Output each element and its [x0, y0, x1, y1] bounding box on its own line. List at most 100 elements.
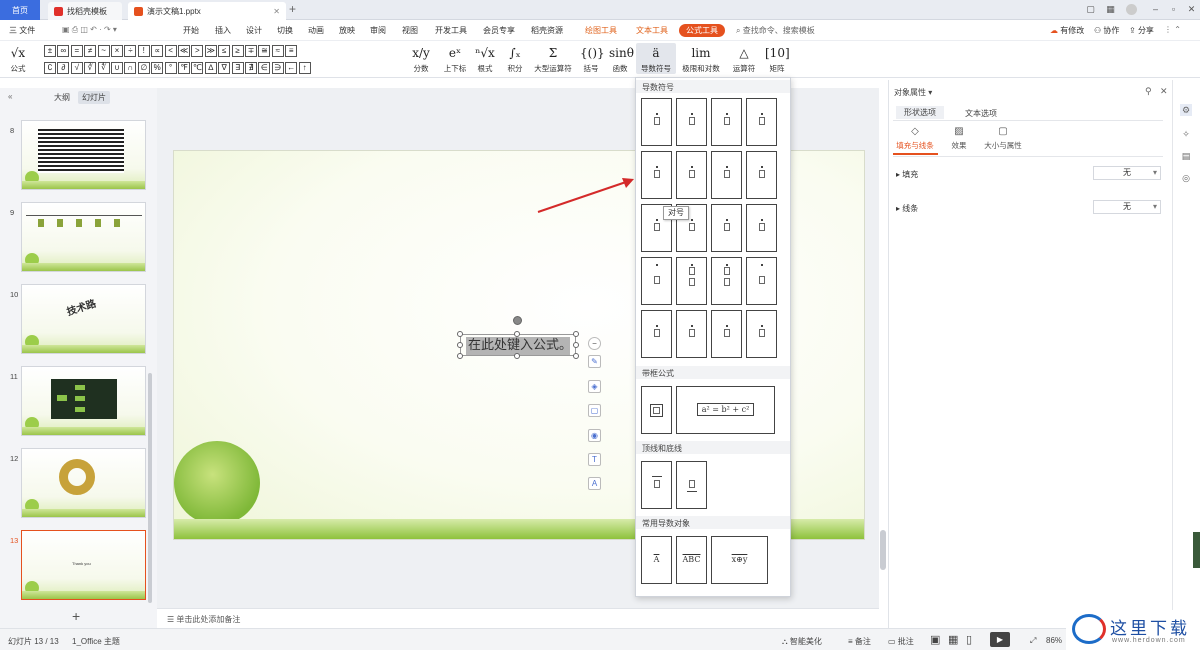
symbol-button[interactable]: ℉ [178, 62, 190, 74]
accent-template[interactable] [711, 310, 742, 358]
tab-shape-options[interactable]: 形状选项 [896, 106, 944, 119]
fill-section-toggle[interactable]: ▸ 填充 [896, 169, 918, 180]
menu-file[interactable]: 三 文件 [9, 25, 35, 36]
ribbon-group-10[interactable]: [10] 矩阵 [765, 43, 790, 74]
symbol-button[interactable]: ← [285, 62, 298, 74]
properties-icon[interactable]: ⚙ [1180, 104, 1192, 116]
slide-thumbnail-13[interactable]: Thank you [21, 530, 146, 600]
canvas-scrollbar[interactable] [880, 530, 886, 570]
layout-icon[interactable]: ▢ [1085, 4, 1096, 15]
tab-template[interactable]: 找稻壳模板 [48, 2, 122, 20]
side-widget[interactable] [1193, 532, 1200, 568]
lightbulb-icon[interactable]: ◉ [588, 429, 601, 442]
symbol-button[interactable]: ≠ [84, 45, 97, 57]
ribbon-group-0[interactable]: x/y 分数 [409, 43, 433, 74]
accent-template[interactable] [676, 151, 707, 199]
accent-template[interactable] [641, 310, 672, 358]
subtab-size[interactable]: ▢ 大小与属性 [981, 126, 1025, 151]
symbol-button[interactable]: ± [44, 45, 56, 57]
symbol-button[interactable]: ≈ [271, 45, 284, 57]
symbol-button[interactable]: ∇ [218, 62, 231, 74]
property-pane-title[interactable]: 对象属性 ▾ [894, 87, 932, 98]
quick-access-toolbar[interactable]: ▣ ⎙ ◫ ↶ · ↷ ▾ [62, 25, 117, 35]
menu-text-tools[interactable]: 文本工具 [636, 25, 668, 36]
symbol-button[interactable]: % [151, 62, 164, 74]
symbol-button[interactable]: < [164, 45, 177, 57]
accent-template[interactable] [711, 257, 742, 305]
symbol-button[interactable]: ≫ [204, 45, 217, 57]
symbol-button[interactable]: ≥ [231, 45, 244, 57]
symbol-button[interactable]: ∅ [137, 62, 150, 74]
accent-template[interactable] [746, 257, 777, 305]
beautify-button[interactable]: ⛬ 智能美化 [782, 636, 822, 647]
accent-template[interactable] [641, 257, 672, 305]
menu-view[interactable]: 视图 [402, 25, 418, 36]
collaborate-button[interactable]: ⚇ 协作 [1094, 25, 1119, 36]
symbol-button[interactable]: ∓ [245, 45, 257, 57]
overbar-a-template[interactable]: A [641, 536, 672, 584]
outline-tab[interactable]: 大纲 [50, 91, 74, 104]
play-icon[interactable]: ▶ [990, 632, 1010, 647]
command-search[interactable]: ⌕ 查找命令、搜索模板 [736, 25, 815, 36]
slide-thumbnail-10[interactable]: 技术路 [21, 284, 146, 354]
notes-toggle[interactable]: ≡ 备注 [848, 636, 871, 647]
resize-handle[interactable] [457, 342, 463, 348]
accent-template[interactable] [676, 98, 707, 146]
ribbon-group-8[interactable]: lim 极限和对数 [680, 43, 722, 74]
accent-template[interactable] [711, 204, 742, 252]
accent-template[interactable] [641, 98, 672, 146]
symbol-button[interactable]: ∩ [124, 62, 137, 74]
text-box-icon[interactable]: T [588, 453, 601, 466]
rotate-handle-icon[interactable] [513, 316, 522, 325]
subtab-effects[interactable]: ▨ 效果 [939, 126, 979, 151]
symbol-button[interactable]: ∛ [84, 62, 97, 74]
accent-template[interactable] [676, 310, 707, 358]
resize-handle[interactable] [573, 353, 579, 359]
close-tab-icon[interactable]: ✕ [273, 7, 280, 16]
ribbon-group-1[interactable]: eˣ 上下标 [440, 43, 470, 74]
menu-home[interactable]: 开始 [183, 25, 199, 36]
menu-transition[interactable]: 切换 [277, 25, 293, 36]
menu-insert[interactable]: 插入 [215, 25, 231, 36]
accent-template[interactable] [676, 257, 707, 305]
sorter-view-icon[interactable]: ▦ [948, 633, 958, 646]
tab-text-options[interactable]: 文本选项 [965, 108, 997, 119]
symbol-button[interactable]: ∜ [97, 62, 110, 74]
fit-window-icon[interactable]: ⤢ [1030, 636, 1036, 646]
overbar-abc-template[interactable]: ABC [676, 536, 707, 584]
symbol-button[interactable]: ∆ [204, 62, 217, 74]
symbol-button[interactable]: ∝ [151, 45, 164, 57]
accent-template[interactable] [746, 204, 777, 252]
resize-handle[interactable] [514, 353, 520, 359]
ribbon-group-5[interactable]: {()} 括号 [580, 43, 605, 74]
symbol-button[interactable]: ÷ [124, 45, 137, 57]
symbol-button[interactable]: ∄ [245, 62, 257, 74]
menu-slideshow[interactable]: 放映 [339, 25, 355, 36]
close-window-icon[interactable]: ✕ [1186, 4, 1197, 15]
slide-thumbnail-9[interactable] [21, 202, 146, 272]
line-section-toggle[interactable]: ▸ 线条 [896, 203, 918, 214]
menu-member[interactable]: 会员专享 [483, 25, 515, 36]
slide-thumbnail-12[interactable] [21, 448, 146, 518]
accent-template[interactable] [711, 151, 742, 199]
accent-template[interactable] [641, 151, 672, 199]
comments-toggle[interactable]: ▭ 批注 [888, 636, 914, 647]
location-icon[interactable]: ◎ [1180, 172, 1192, 184]
revision-button[interactable]: ☁ 有修改 [1050, 25, 1084, 36]
new-tab-button[interactable]: + [289, 2, 296, 16]
menu-design[interactable]: 设计 [246, 25, 262, 36]
resize-handle[interactable] [457, 331, 463, 337]
accent-template[interactable] [746, 151, 777, 199]
formula-button[interactable]: √x 公式 [6, 43, 30, 74]
slides-tab[interactable]: 幻灯片 [78, 91, 110, 104]
subtab-fill-line[interactable]: ◇ 填充与线条 [895, 126, 935, 151]
accent-template[interactable] [711, 98, 742, 146]
ribbon-group-7[interactable]: ä 导数符号 [636, 43, 676, 74]
resize-handle[interactable] [457, 353, 463, 359]
symbol-button[interactable]: = [70, 45, 83, 57]
menu-developer[interactable]: 开发工具 [435, 25, 467, 36]
thumbnail-scrollbar[interactable] [148, 373, 152, 603]
collapse-pane-icon[interactable]: « [4, 91, 16, 102]
avatar[interactable] [1126, 4, 1137, 15]
symbol-button[interactable]: ! [137, 45, 150, 57]
